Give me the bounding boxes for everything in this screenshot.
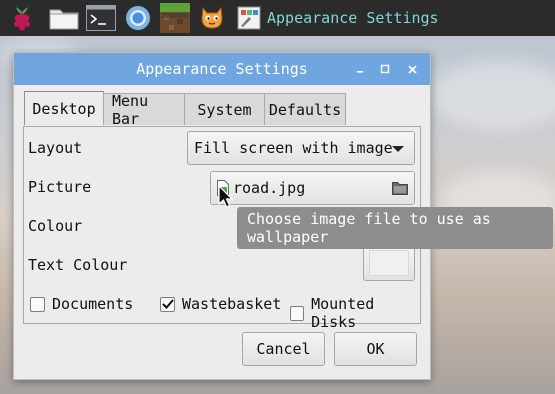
tab-defaults[interactable]: Defaults <box>264 93 346 125</box>
picture-label: Picture <box>28 178 92 196</box>
documents-checkbox-label: Documents <box>52 295 134 313</box>
ok-button[interactable]: OK <box>334 332 417 366</box>
colour-label: Colour <box>28 217 83 235</box>
checkmark-icon <box>162 298 174 309</box>
documents-checkbox-box[interactable] <box>30 296 45 312</box>
chromium-icon <box>126 6 150 30</box>
wastebasket-checkbox-box[interactable] <box>160 296 175 312</box>
wastebasket-checkbox[interactable]: Wastebasket <box>160 295 281 313</box>
raspberry-menu-button[interactable] <box>7 4 37 32</box>
maximize-button[interactable] <box>375 59 395 79</box>
minimize-icon <box>357 71 363 73</box>
taskbar-window-title: Appearance Settings <box>267 9 439 27</box>
terminal-button[interactable] <box>86 4 116 32</box>
text-colour-swatch <box>369 250 409 276</box>
scratch-button[interactable] <box>197 4 227 32</box>
file-manager-button[interactable] <box>49 4 79 32</box>
text-colour-button[interactable] <box>363 245 415 281</box>
picture-file-chooser[interactable]: road.jpg <box>210 171 415 205</box>
minimize-button[interactable] <box>350 59 370 79</box>
layout-label: Layout <box>28 139 83 157</box>
documents-checkbox[interactable]: Documents <box>30 295 133 313</box>
taskbar-window-button[interactable]: Appearance Settings <box>237 6 439 30</box>
appearance-settings-icon <box>237 6 261 30</box>
tab-bar: Desktop Menu Bar System Defaults <box>24 91 346 128</box>
tooltip-text: Choose image file to use as wallpaper <box>247 210 491 246</box>
raspberry-icon <box>14 7 30 31</box>
minecraft-button[interactable] <box>160 3 190 33</box>
tab-system[interactable]: System <box>184 93 265 125</box>
mounted-disks-checkbox[interactable]: Mounted Disks <box>290 295 420 331</box>
folder-icon <box>49 9 79 30</box>
mounted-disks-checkbox-box[interactable] <box>290 305 305 321</box>
browser-button[interactable] <box>123 4 153 32</box>
close-icon <box>407 64 417 74</box>
picture-tooltip: Choose image file to use as wallpaper <box>237 207 553 249</box>
layout-dropdown[interactable]: Fill screen with image <box>187 131 415 165</box>
chevron-down-icon <box>392 146 404 152</box>
mounted-disks-checkbox-label: Mounted Disks <box>311 295 375 331</box>
tab-desktop[interactable]: Desktop <box>24 91 104 125</box>
top-panel: Appearance Settings <box>0 0 555 36</box>
dialog-titlebar[interactable]: Appearance Settings <box>14 53 430 85</box>
open-folder-icon <box>392 182 408 195</box>
scratch-cat-icon <box>201 6 223 29</box>
text-colour-label: Text Colour <box>28 256 128 274</box>
terminal-icon <box>86 5 116 31</box>
tab-menu-bar[interactable]: Menu Bar <box>103 92 185 128</box>
mouse-pointer-icon <box>218 185 234 208</box>
cancel-button[interactable]: Cancel <box>242 332 325 366</box>
layout-dropdown-value: Fill screen with image <box>194 139 393 157</box>
close-button[interactable] <box>402 59 422 79</box>
maximize-icon <box>380 64 390 74</box>
picture-file-name: road.jpg <box>233 179 306 197</box>
wastebasket-checkbox-label: Wastebasket <box>182 295 282 313</box>
minecraft-icon <box>160 3 190 33</box>
